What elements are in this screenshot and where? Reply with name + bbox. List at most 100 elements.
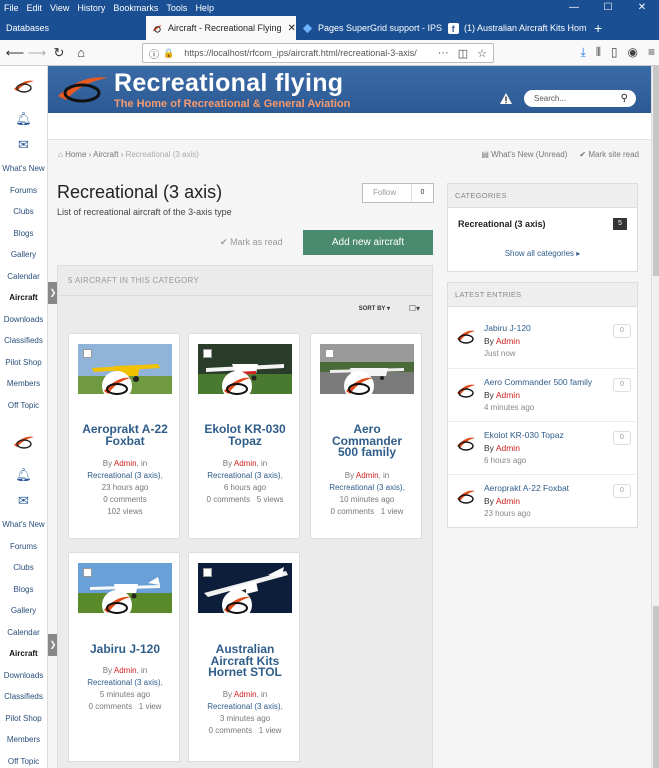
sidebar-item-pilot-shop[interactable]: Pilot Shop [0, 708, 47, 730]
library-icon[interactable]: ⫴ [596, 45, 601, 60]
entry-title[interactable]: Aeroprakt A-22 Foxbat [484, 483, 569, 493]
mark-site-read-link[interactable]: ✔ Mark site read [579, 150, 639, 159]
list-item[interactable]: Jabiru J-120 By Admin, in Recreational (… [68, 552, 180, 762]
close-tab-icon[interactable]: ✕ [282, 23, 296, 34]
follow-button[interactable]: Follow 0 [362, 183, 434, 203]
select-checkbox[interactable] [203, 349, 212, 358]
list-item[interactable]: Ekolot KR-030 Topaz By Admin 6 hours ago… [448, 421, 637, 474]
sidebar-item-whats-new[interactable]: What's New [0, 514, 47, 536]
category-link[interactable]: Recreational (3 axis) [87, 471, 160, 480]
sidebar-logo[interactable] [0, 66, 47, 106]
new-tab-button[interactable]: + [588, 16, 618, 40]
list-item[interactable]: Aero Commander 500 family By Admin, in R… [310, 333, 422, 539]
sidebar-item-clubs[interactable]: Clubs [0, 557, 47, 579]
whats-new-link[interactable]: ▤ What's New (Unread) [481, 150, 567, 159]
sidebar-item-pilot-shop[interactable]: Pilot Shop [0, 352, 47, 374]
search-input[interactable]: Search... ⚲ [524, 90, 636, 107]
add-new-aircraft-button[interactable]: Add new aircraft [303, 230, 433, 255]
menu-view[interactable]: View [50, 3, 69, 13]
select-all-checkbox[interactable]: ☐▾ [409, 304, 420, 313]
menu-edit[interactable]: Edit [27, 3, 43, 13]
author-link[interactable]: Admin [234, 690, 257, 699]
sidebar-item-forums[interactable]: Forums [0, 180, 47, 202]
select-checkbox[interactable] [203, 568, 212, 577]
back-icon[interactable]: ⟵ [4, 45, 26, 61]
author-link[interactable]: Admin [356, 471, 379, 480]
select-checkbox[interactable] [83, 568, 92, 577]
tab-databases[interactable]: Databases [0, 16, 146, 40]
pocket-icon[interactable]: ◫ [458, 47, 468, 60]
sidebar-item-gallery[interactable]: Gallery [0, 244, 47, 266]
list-item[interactable]: Jabiru J-120 By Admin Just now 0 [448, 315, 637, 368]
sidebar-item-off-topic[interactable]: Off Topic [0, 751, 47, 768]
menu-file[interactable]: File [4, 3, 19, 13]
sidebar-item-calendar[interactable]: Calendar [0, 266, 47, 288]
entry-title[interactable]: Ekolot KR-030 Topaz [484, 430, 564, 440]
category-item[interactable]: Recreational (3 axis) [458, 219, 546, 229]
aircraft-title[interactable]: Australian Aircraft Kits Hornet STOL [193, 643, 297, 679]
author-link[interactable]: Admin [114, 459, 137, 468]
entry-title[interactable]: Jabiru J-120 [484, 323, 531, 333]
category-link[interactable]: Recreational (3 axis) [207, 471, 280, 480]
forward-icon[interactable]: ⟶ [26, 45, 48, 61]
sidebar-item-members[interactable]: Members [0, 729, 47, 751]
download-icon[interactable]: ⤓ [581, 45, 586, 60]
sidebar-toggle-icon[interactable]: ▯ [611, 45, 618, 60]
maximize-icon[interactable]: ☐ [591, 0, 625, 16]
list-item[interactable]: Aero Commander 500 family By Admin 4 min… [448, 368, 637, 421]
sidebar-item-clubs[interactable]: Clubs [0, 201, 47, 223]
select-checkbox[interactable] [325, 349, 334, 358]
menu-help[interactable]: Help [195, 3, 214, 13]
site-title[interactable]: Recreational flying [114, 69, 343, 98]
sidebar-item-aircraft[interactable]: Aircraft [0, 643, 47, 665]
scrollbar-thumb[interactable] [653, 66, 659, 276]
url-text[interactable]: https://localhost/rfcom_ips/aircraft.htm… [184, 48, 417, 58]
sidebar-item-aircraft[interactable]: Aircraft [0, 287, 47, 309]
notifications-bell-icon[interactable]: 🔔︎ [0, 462, 47, 488]
author-link[interactable]: Admin [496, 336, 520, 346]
site-logo-icon[interactable] [56, 72, 110, 106]
sidebar-item-gallery[interactable]: Gallery [0, 600, 47, 622]
aircraft-title[interactable]: Jabiru J-120 [73, 643, 177, 656]
bookmark-star-icon[interactable]: ☆ [477, 47, 487, 60]
reload-icon[interactable]: ↻ [48, 45, 70, 61]
list-item[interactable]: Australian Aircraft Kits Hornet STOL By … [188, 552, 300, 762]
sidebar-item-classifieds[interactable]: Classifieds [0, 686, 47, 708]
select-checkbox[interactable] [83, 349, 92, 358]
url-bar[interactable]: ⓘ 🔒 https://localhost/rfcom_ips/aircraft… [142, 43, 494, 63]
breadcrumb-home[interactable]: Home [65, 150, 86, 159]
sidebar-item-whats-new[interactable]: What's New [0, 158, 47, 180]
list-item[interactable]: Aeroprakt A-22 Foxbat By Admin 23 hours … [448, 474, 637, 527]
sidebar-logo[interactable] [0, 422, 47, 462]
sidebar-item-blogs[interactable]: Blogs [0, 223, 47, 245]
sidebar-item-off-topic[interactable]: Off Topic [0, 395, 47, 417]
list-item[interactable]: Ekolot KR-030 Topaz By Admin, in Recreat… [188, 333, 300, 539]
author-link[interactable]: Admin [496, 496, 520, 506]
menu-bookmarks[interactable]: Bookmarks [113, 3, 158, 13]
author-link[interactable]: Admin [114, 666, 137, 675]
category-link[interactable]: Recreational (3 axis) [207, 702, 280, 711]
author-link[interactable]: Admin [496, 390, 520, 400]
category-link[interactable]: Recreational (3 axis) [87, 678, 160, 687]
notifications-bell-icon[interactable]: 🔔︎ [0, 106, 47, 132]
scrollbar-thumb[interactable] [653, 606, 659, 768]
home-icon[interactable]: ⌂ [70, 45, 92, 60]
sidebar-item-downloads[interactable]: Downloads [0, 309, 47, 331]
more-actions-icon[interactable]: ··· [438, 47, 449, 60]
tab-supergrid[interactable]: Pages SuperGrid support - IPS ✕ [296, 16, 442, 40]
aircraft-title[interactable]: Aeroprakt A-22 Foxbat [73, 423, 177, 447]
tab-aircraft[interactable]: Aircraft - Recreational Flying ✕ [146, 16, 296, 40]
aircraft-title[interactable]: Ekolot KR-030 Topaz [193, 423, 297, 447]
sidebar-item-members[interactable]: Members [0, 373, 47, 395]
category-link[interactable]: Recreational (3 axis) [329, 483, 402, 492]
sidebar-item-downloads[interactable]: Downloads [0, 665, 47, 687]
info-icon[interactable]: ⓘ [149, 46, 159, 61]
sort-by-dropdown[interactable]: SORT BY ▾ [359, 305, 390, 312]
sidebar-item-calendar[interactable]: Calendar [0, 622, 47, 644]
app-menu-icon[interactable]: ≡ [648, 45, 655, 60]
search-icon[interactable]: ⚲ [621, 90, 628, 107]
aircraft-title[interactable]: Aero Commander 500 family [315, 423, 419, 459]
messages-envelope-icon[interactable]: ✉ [0, 132, 47, 158]
sidebar-item-forums[interactable]: Forums [0, 536, 47, 558]
minimize-icon[interactable]: — [557, 0, 591, 16]
